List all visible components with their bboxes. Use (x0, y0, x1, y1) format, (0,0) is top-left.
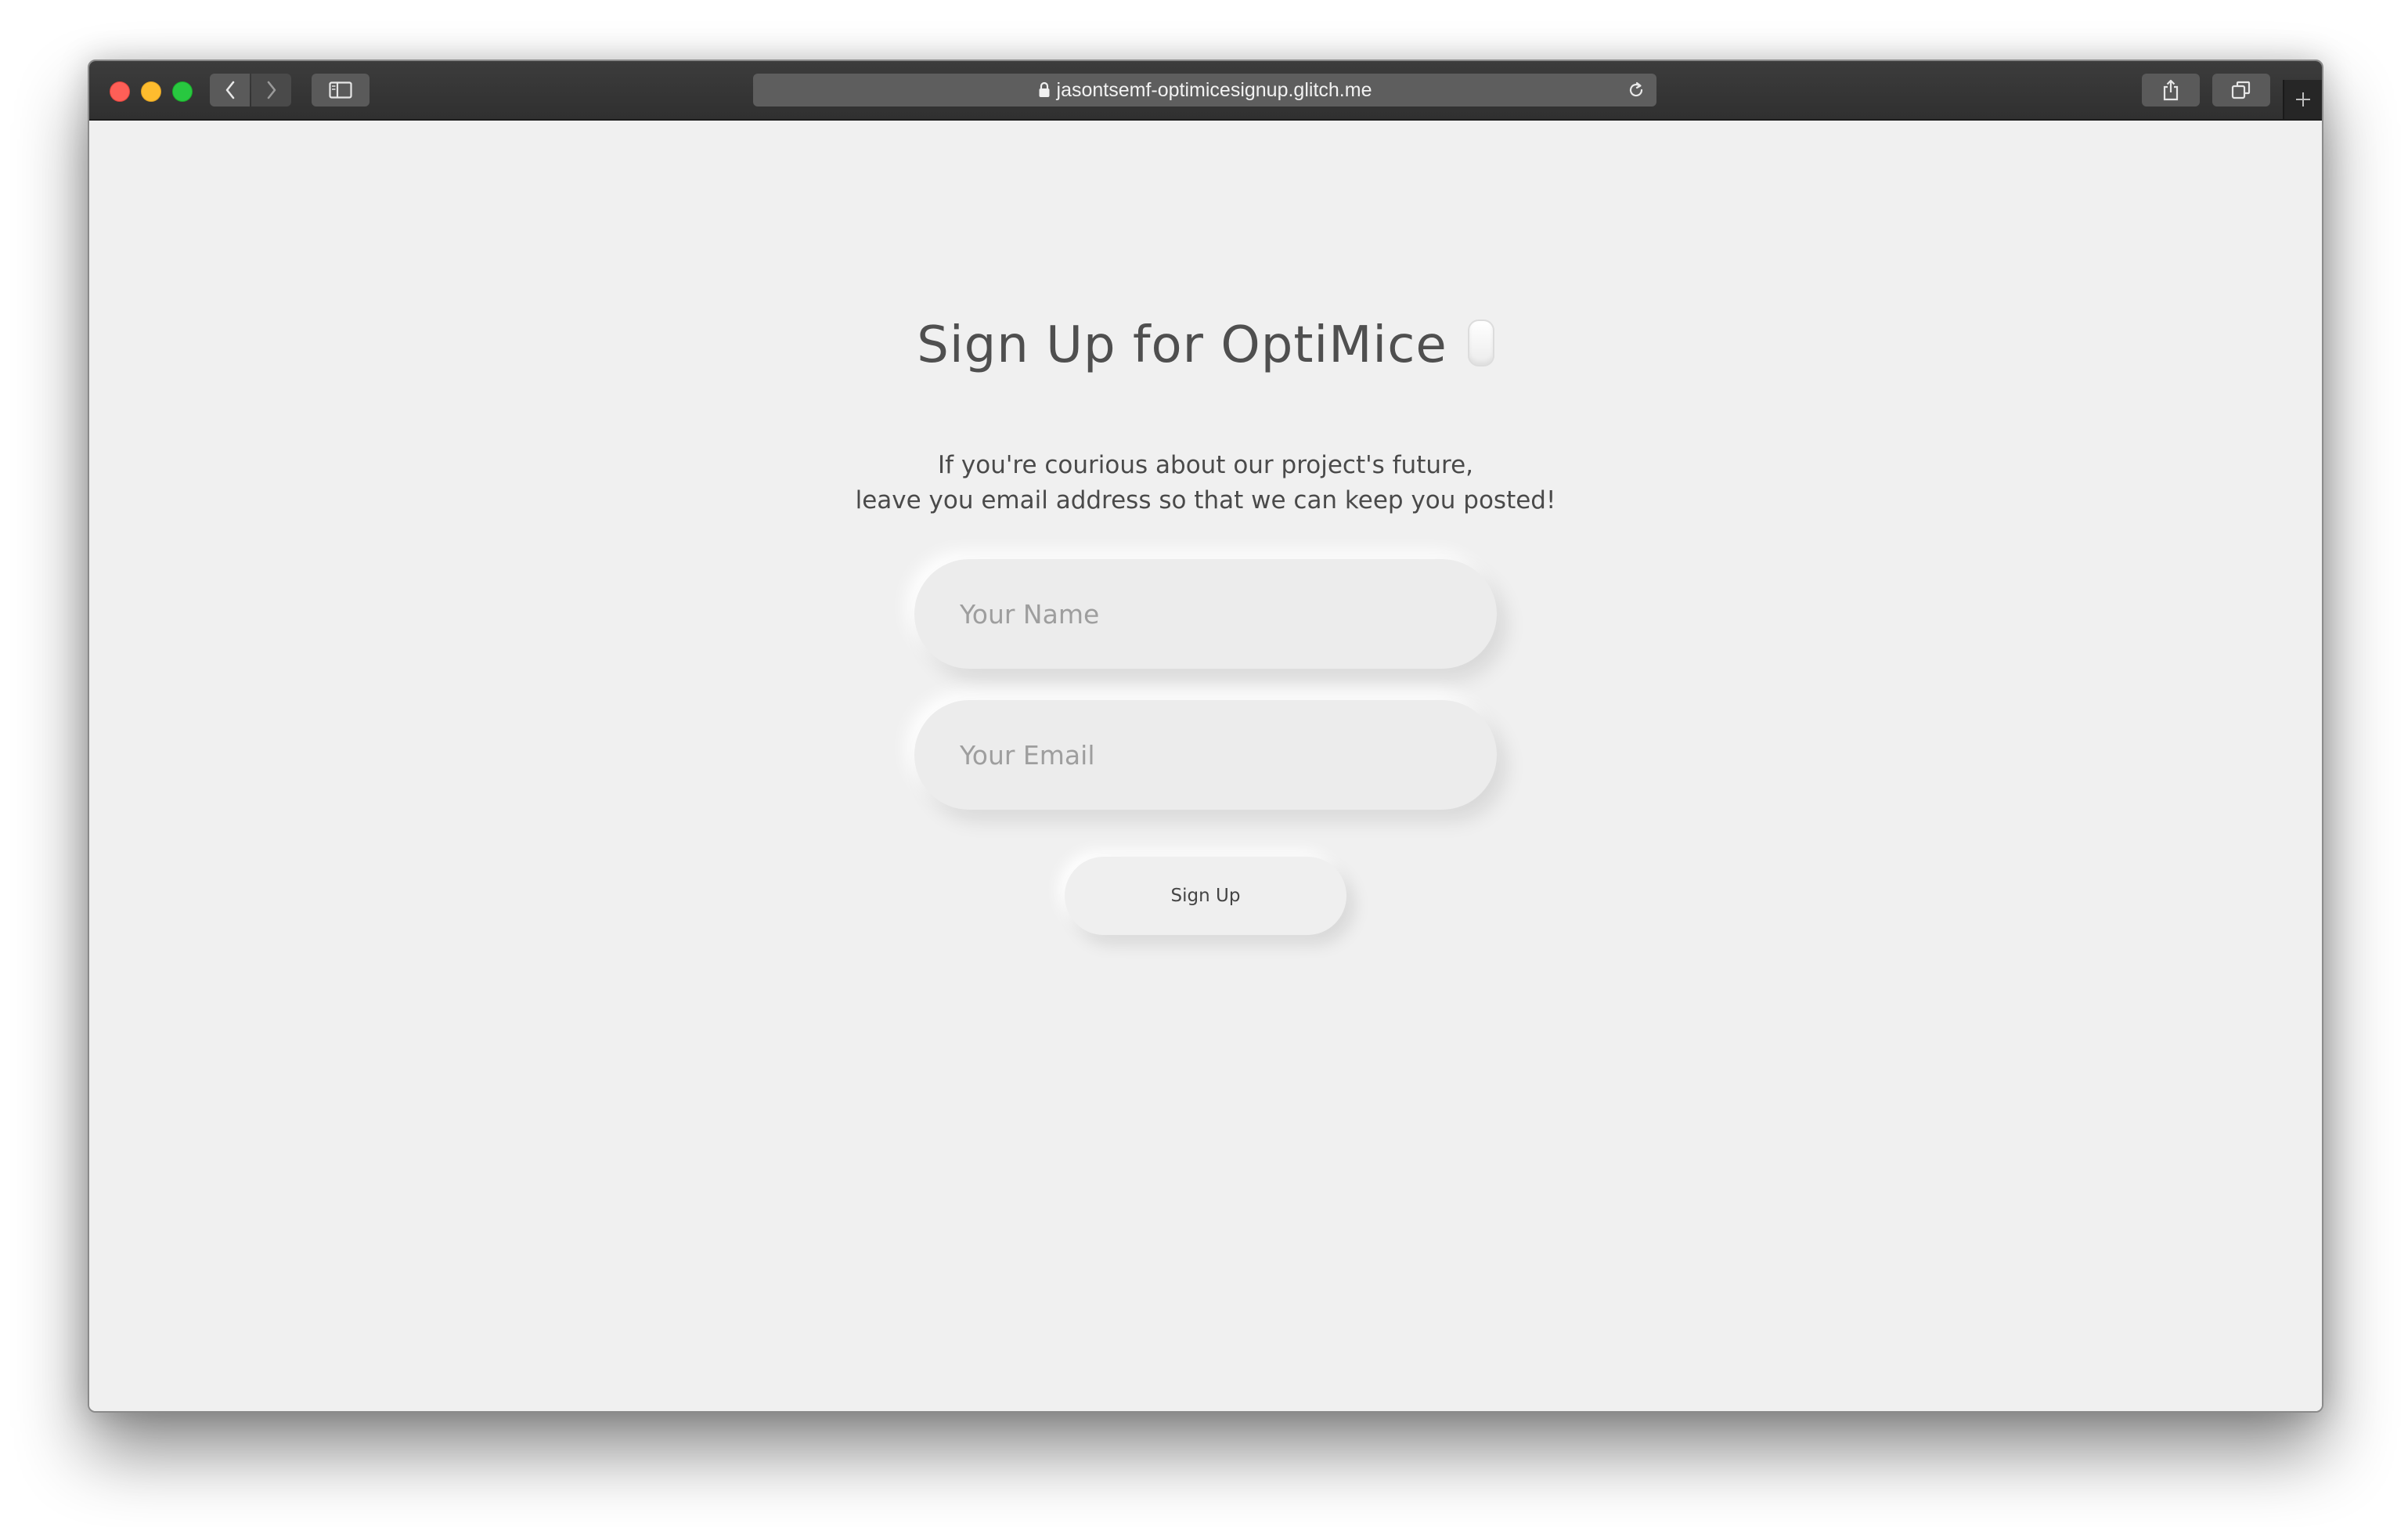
sign-up-button[interactable]: Sign Up (1065, 857, 1346, 935)
back-arrow-icon (225, 81, 234, 99)
lock-icon (1038, 81, 1051, 99)
share-icon (2163, 79, 2179, 101)
sidebar-button[interactable] (312, 74, 369, 106)
share-button[interactable] (2142, 74, 2200, 106)
minimize-window-button[interactable] (141, 81, 161, 102)
browser-window: jasontsemf-optimicesignup.glitch.me Sign… (88, 60, 2323, 1413)
address-bar[interactable]: jasontsemf-optimicesignup.glitch.me (753, 74, 1656, 106)
name-input[interactable] (914, 559, 1497, 669)
tabs-overview-icon (2231, 81, 2251, 99)
browser-toolbar: jasontsemf-optimicesignup.glitch.me (89, 61, 2322, 121)
email-input[interactable] (914, 700, 1497, 810)
tab-overview-button[interactable] (2212, 74, 2270, 106)
zoom-window-button[interactable] (172, 81, 193, 102)
back-button[interactable] (210, 74, 250, 106)
page-content: Sign Up for OptiMice If you're courious … (89, 121, 2322, 1411)
forward-button[interactable] (251, 74, 291, 106)
close-window-button[interactable] (110, 81, 130, 102)
url-text: jasontsemf-optimicesignup.glitch.me (1056, 78, 1372, 101)
reload-icon[interactable] (1627, 81, 1646, 99)
forward-arrow-icon (267, 81, 276, 99)
description-line-1: If you're courious about our project's f… (938, 451, 1473, 479)
page-title: Sign Up for OptiMice (89, 316, 2322, 374)
page-description: If you're courious about our project's f… (89, 448, 2322, 518)
navigation-buttons (210, 74, 291, 106)
page-title-text: Sign Up for OptiMice (917, 316, 1447, 374)
sidebar-icon (329, 81, 352, 99)
description-line-2: leave you email address so that we can k… (855, 486, 1556, 514)
new-tab-button[interactable] (2283, 80, 2322, 119)
new-tab-plus-icon (2296, 92, 2310, 106)
mouse-icon (1467, 319, 1494, 366)
